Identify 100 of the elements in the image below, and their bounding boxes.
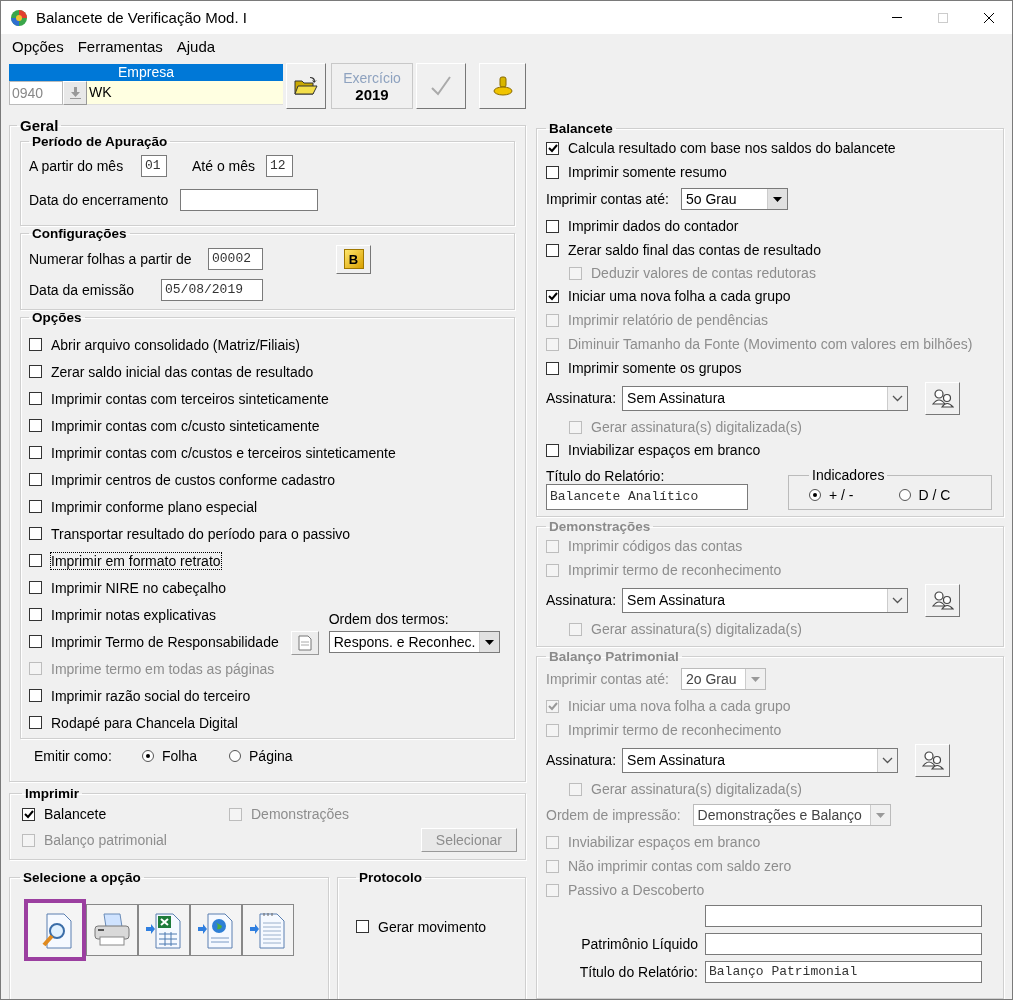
checkbox[interactable] xyxy=(22,807,35,821)
report-title-field[interactable]: Balancete Analítico xyxy=(546,484,748,510)
checkbox[interactable] xyxy=(29,365,42,378)
down-arrow-icon xyxy=(69,87,81,99)
printer-icon xyxy=(92,911,132,949)
checkbox[interactable] xyxy=(546,165,559,179)
checkbox[interactable] xyxy=(29,635,42,648)
menu-item[interactable]: Ferramentas xyxy=(70,38,170,55)
checkbox-label: Zerar saldo inicial das contas de resultado xyxy=(51,363,314,380)
confirm-button[interactable] xyxy=(416,63,466,109)
page-number-field[interactable]: 00002 xyxy=(208,248,263,270)
checkbox[interactable] xyxy=(546,443,559,457)
checkbox[interactable] xyxy=(29,608,42,621)
folder-icon xyxy=(294,76,318,96)
export-option-button[interactable] xyxy=(190,904,242,956)
export-option-button[interactable] xyxy=(24,899,86,961)
group-title: Demonstrações xyxy=(548,519,652,534)
dropdown[interactable]: Respons. e Reconhec. xyxy=(328,631,501,653)
dropdown[interactable]: Sem Assinatura xyxy=(622,385,908,411)
signature-button[interactable] xyxy=(925,583,960,617)
group-title: Indicadores xyxy=(811,467,886,483)
dropdown[interactable]: 5o Grau xyxy=(680,188,788,210)
radio-button[interactable] xyxy=(898,489,911,501)
people-icon xyxy=(921,750,944,770)
checkbox[interactable] xyxy=(546,361,559,375)
checkbox[interactable] xyxy=(29,716,42,729)
checkbox[interactable] xyxy=(546,243,559,257)
checkbox[interactable] xyxy=(29,500,42,513)
radio-label: Folha xyxy=(162,748,198,764)
checkbox-label: Imprimir somente os grupos xyxy=(568,360,742,376)
lookup-button[interactable] xyxy=(63,81,87,105)
radio-button[interactable] xyxy=(809,489,821,501)
minimize-icon xyxy=(892,17,902,18)
caret-icon xyxy=(485,639,495,645)
text-field[interactable] xyxy=(705,933,982,955)
checkbox[interactable] xyxy=(29,554,42,567)
radio-label: + / - xyxy=(829,487,854,503)
open-button[interactable] xyxy=(286,63,326,109)
checkbox-label: Balanço patrimonial xyxy=(44,832,167,848)
checkbox[interactable] xyxy=(29,473,42,486)
field-label: Título do Relatório: xyxy=(546,468,666,484)
checkbox-label: Não imprimir contas com saldo zero xyxy=(568,858,792,874)
radio-button[interactable] xyxy=(142,750,154,762)
checkmark-icon xyxy=(429,74,453,98)
start-month-field[interactable]: 01 xyxy=(141,155,167,177)
checkbox[interactable] xyxy=(356,920,369,933)
company-code-field[interactable]: 0940 xyxy=(9,81,63,105)
checkbox[interactable] xyxy=(546,289,559,303)
checkbox-label: Imprimir contas com c/custos e terceiros sinteticamente xyxy=(51,444,396,461)
checkbox-label: Imprimir Termo de Responsabilidade xyxy=(51,633,279,650)
signature-button[interactable] xyxy=(915,743,950,777)
checkbox[interactable] xyxy=(29,419,42,432)
checkbox[interactable] xyxy=(29,338,42,351)
window-title: Balancete de Verificação Mod. I xyxy=(36,9,247,26)
export-option-button[interactable] xyxy=(138,904,190,956)
checkbox-label: Gerar assinatura(s) digitalizada(s) xyxy=(591,419,802,435)
document-icon xyxy=(296,635,313,651)
b-button[interactable]: B xyxy=(336,244,371,274)
stamp-button[interactable] xyxy=(479,63,526,109)
menu-item[interactable]: Ajuda xyxy=(169,38,223,55)
checkbox[interactable] xyxy=(29,392,42,405)
checkbox-label: Rodapé para Chancela Digital xyxy=(51,714,238,731)
checkbox[interactable] xyxy=(29,689,42,702)
checkbox-label: Transportar resultado do período para o passivo xyxy=(51,525,351,542)
company-name-field[interactable]: WK xyxy=(87,81,283,105)
checkbox-label: Imprimir dados do contador xyxy=(568,218,739,234)
field-label: Imprimir contas até: xyxy=(546,671,669,687)
closing-date-field[interactable] xyxy=(180,189,319,211)
spreadsheet-icon xyxy=(145,910,183,950)
checkbox[interactable] xyxy=(546,219,559,233)
chevron-down-icon xyxy=(892,596,903,604)
signature-button[interactable] xyxy=(925,381,960,415)
checkbox[interactable] xyxy=(29,527,42,540)
checkbox-label: Inviabilizar espaços em branco xyxy=(568,834,761,850)
menu-item[interactable]: Opções xyxy=(5,38,71,55)
field-label: Emitir como: xyxy=(34,748,113,764)
text-field[interactable] xyxy=(705,905,982,927)
chevron-down-icon xyxy=(882,756,893,764)
field-label: Ordem dos termos: xyxy=(328,611,450,627)
end-month-field[interactable]: 12 xyxy=(266,155,293,177)
export-option-button[interactable] xyxy=(86,904,138,956)
export-option-button[interactable] xyxy=(242,904,294,956)
document-button[interactable] xyxy=(290,631,319,655)
text-document-icon xyxy=(249,910,287,950)
radio-button[interactable] xyxy=(229,750,242,762)
checkbox-label: Imprimir NIRE no cabeçalho xyxy=(51,579,227,596)
issue-date-field[interactable]: 05/08/2019 xyxy=(161,279,263,301)
checkbox[interactable] xyxy=(29,446,42,459)
field-label: Patrimônio Líquido xyxy=(580,936,698,952)
field-label: Data do encerramento xyxy=(29,192,169,208)
checkbox-label: Diminuir Tamanho da Fonte (Movimento com valores em bilhões) xyxy=(568,336,973,352)
group-title: Opções xyxy=(31,310,83,325)
chevron-down-icon xyxy=(892,394,903,402)
app-icon xyxy=(10,8,28,27)
caret-icon xyxy=(750,676,760,682)
checkbox-label: Imprimir contas com terceiros sinteticamente xyxy=(51,390,329,407)
people-icon xyxy=(931,590,954,610)
group-title: Configurações xyxy=(31,226,128,241)
checkbox[interactable] xyxy=(29,581,42,594)
checkbox[interactable] xyxy=(546,141,559,155)
